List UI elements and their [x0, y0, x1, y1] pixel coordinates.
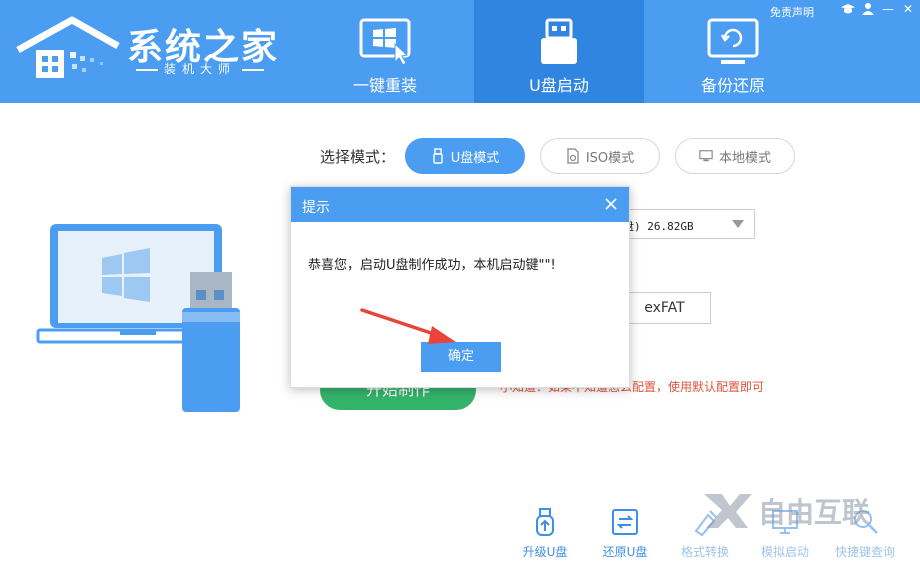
- tab-one-click-reinstall[interactable]: 一键重装: [300, 0, 470, 103]
- prompt-dialog: 提示 恭喜您，启动U盘制作成功，本机启动键""! 确定: [290, 186, 630, 388]
- user-icon[interactable]: [860, 2, 876, 16]
- watermark-logo: 自由互联: [704, 494, 870, 528]
- iso-file-icon: [567, 148, 579, 164]
- usb-drive-icon: [541, 18, 577, 64]
- filesystem-select[interactable]: exFAT: [618, 292, 711, 324]
- graduation-cap-icon[interactable]: [840, 2, 856, 16]
- restore-usb-tool[interactable]: 还原U盘: [585, 507, 665, 567]
- disclaimer-link[interactable]: 免责声明: [770, 4, 814, 20]
- device-select-value: 盘) 26.82GB: [623, 220, 694, 233]
- tool-label: 升级U盘: [522, 545, 568, 559]
- mode-option-label: U盘模式: [450, 150, 500, 166]
- usb-small-icon: [433, 148, 443, 164]
- dialog-header: 提示: [291, 187, 629, 222]
- tab-usb-boot[interactable]: U盘启动: [474, 0, 644, 103]
- usb-mode-button[interactable]: U盘模式: [405, 138, 525, 174]
- red-arrow-icon: [360, 308, 456, 344]
- upgrade-usb-tool[interactable]: 升级U盘: [505, 507, 585, 567]
- close-button[interactable]: ✕: [900, 2, 916, 16]
- minimize-button[interactable]: —: [880, 2, 896, 16]
- restore-icon: [612, 509, 638, 535]
- mode-option-label: ISO模式: [585, 150, 635, 166]
- tool-label: 快捷键查询: [834, 545, 895, 559]
- dialog-message: 恭喜您，启动U盘制作成功，本机启动键""!: [308, 258, 556, 273]
- mode-option-label: 本地模式: [718, 150, 771, 166]
- watermark-text: 自由互联: [758, 497, 870, 528]
- tool-label: 还原U盘: [602, 545, 648, 559]
- usb-upgrade-icon: [536, 508, 554, 536]
- app-header: 系统之家 装机大师 一键重装 U盘启动 备份还原 免责声明 — ✕: [0, 0, 920, 103]
- tab-label: U盘启动: [529, 76, 589, 95]
- house-logo-icon: [16, 16, 120, 78]
- mode-label: 选择模式：: [320, 148, 396, 166]
- close-icon[interactable]: [603, 196, 619, 212]
- monitor-icon: [699, 150, 713, 162]
- tool-label: 格式转换: [680, 545, 729, 559]
- windows-cursor-icon: [359, 18, 411, 66]
- dialog-title: 提示: [302, 200, 330, 216]
- local-mode-button[interactable]: 本地模式: [675, 138, 795, 174]
- usb-device-select[interactable]: 盘) 26.82GB: [618, 209, 755, 239]
- brand-subtitle: 装机大师: [130, 60, 270, 77]
- iso-mode-button[interactable]: ISO模式: [540, 138, 660, 174]
- chevron-down-icon: [732, 220, 744, 228]
- backup-restore-icon: [707, 18, 759, 64]
- tab-label: 一键重装: [352, 76, 417, 95]
- tool-label: 模拟启动: [760, 545, 809, 559]
- usb-stick-illustration-icon: [182, 272, 240, 412]
- tab-label: 备份还原: [700, 76, 765, 95]
